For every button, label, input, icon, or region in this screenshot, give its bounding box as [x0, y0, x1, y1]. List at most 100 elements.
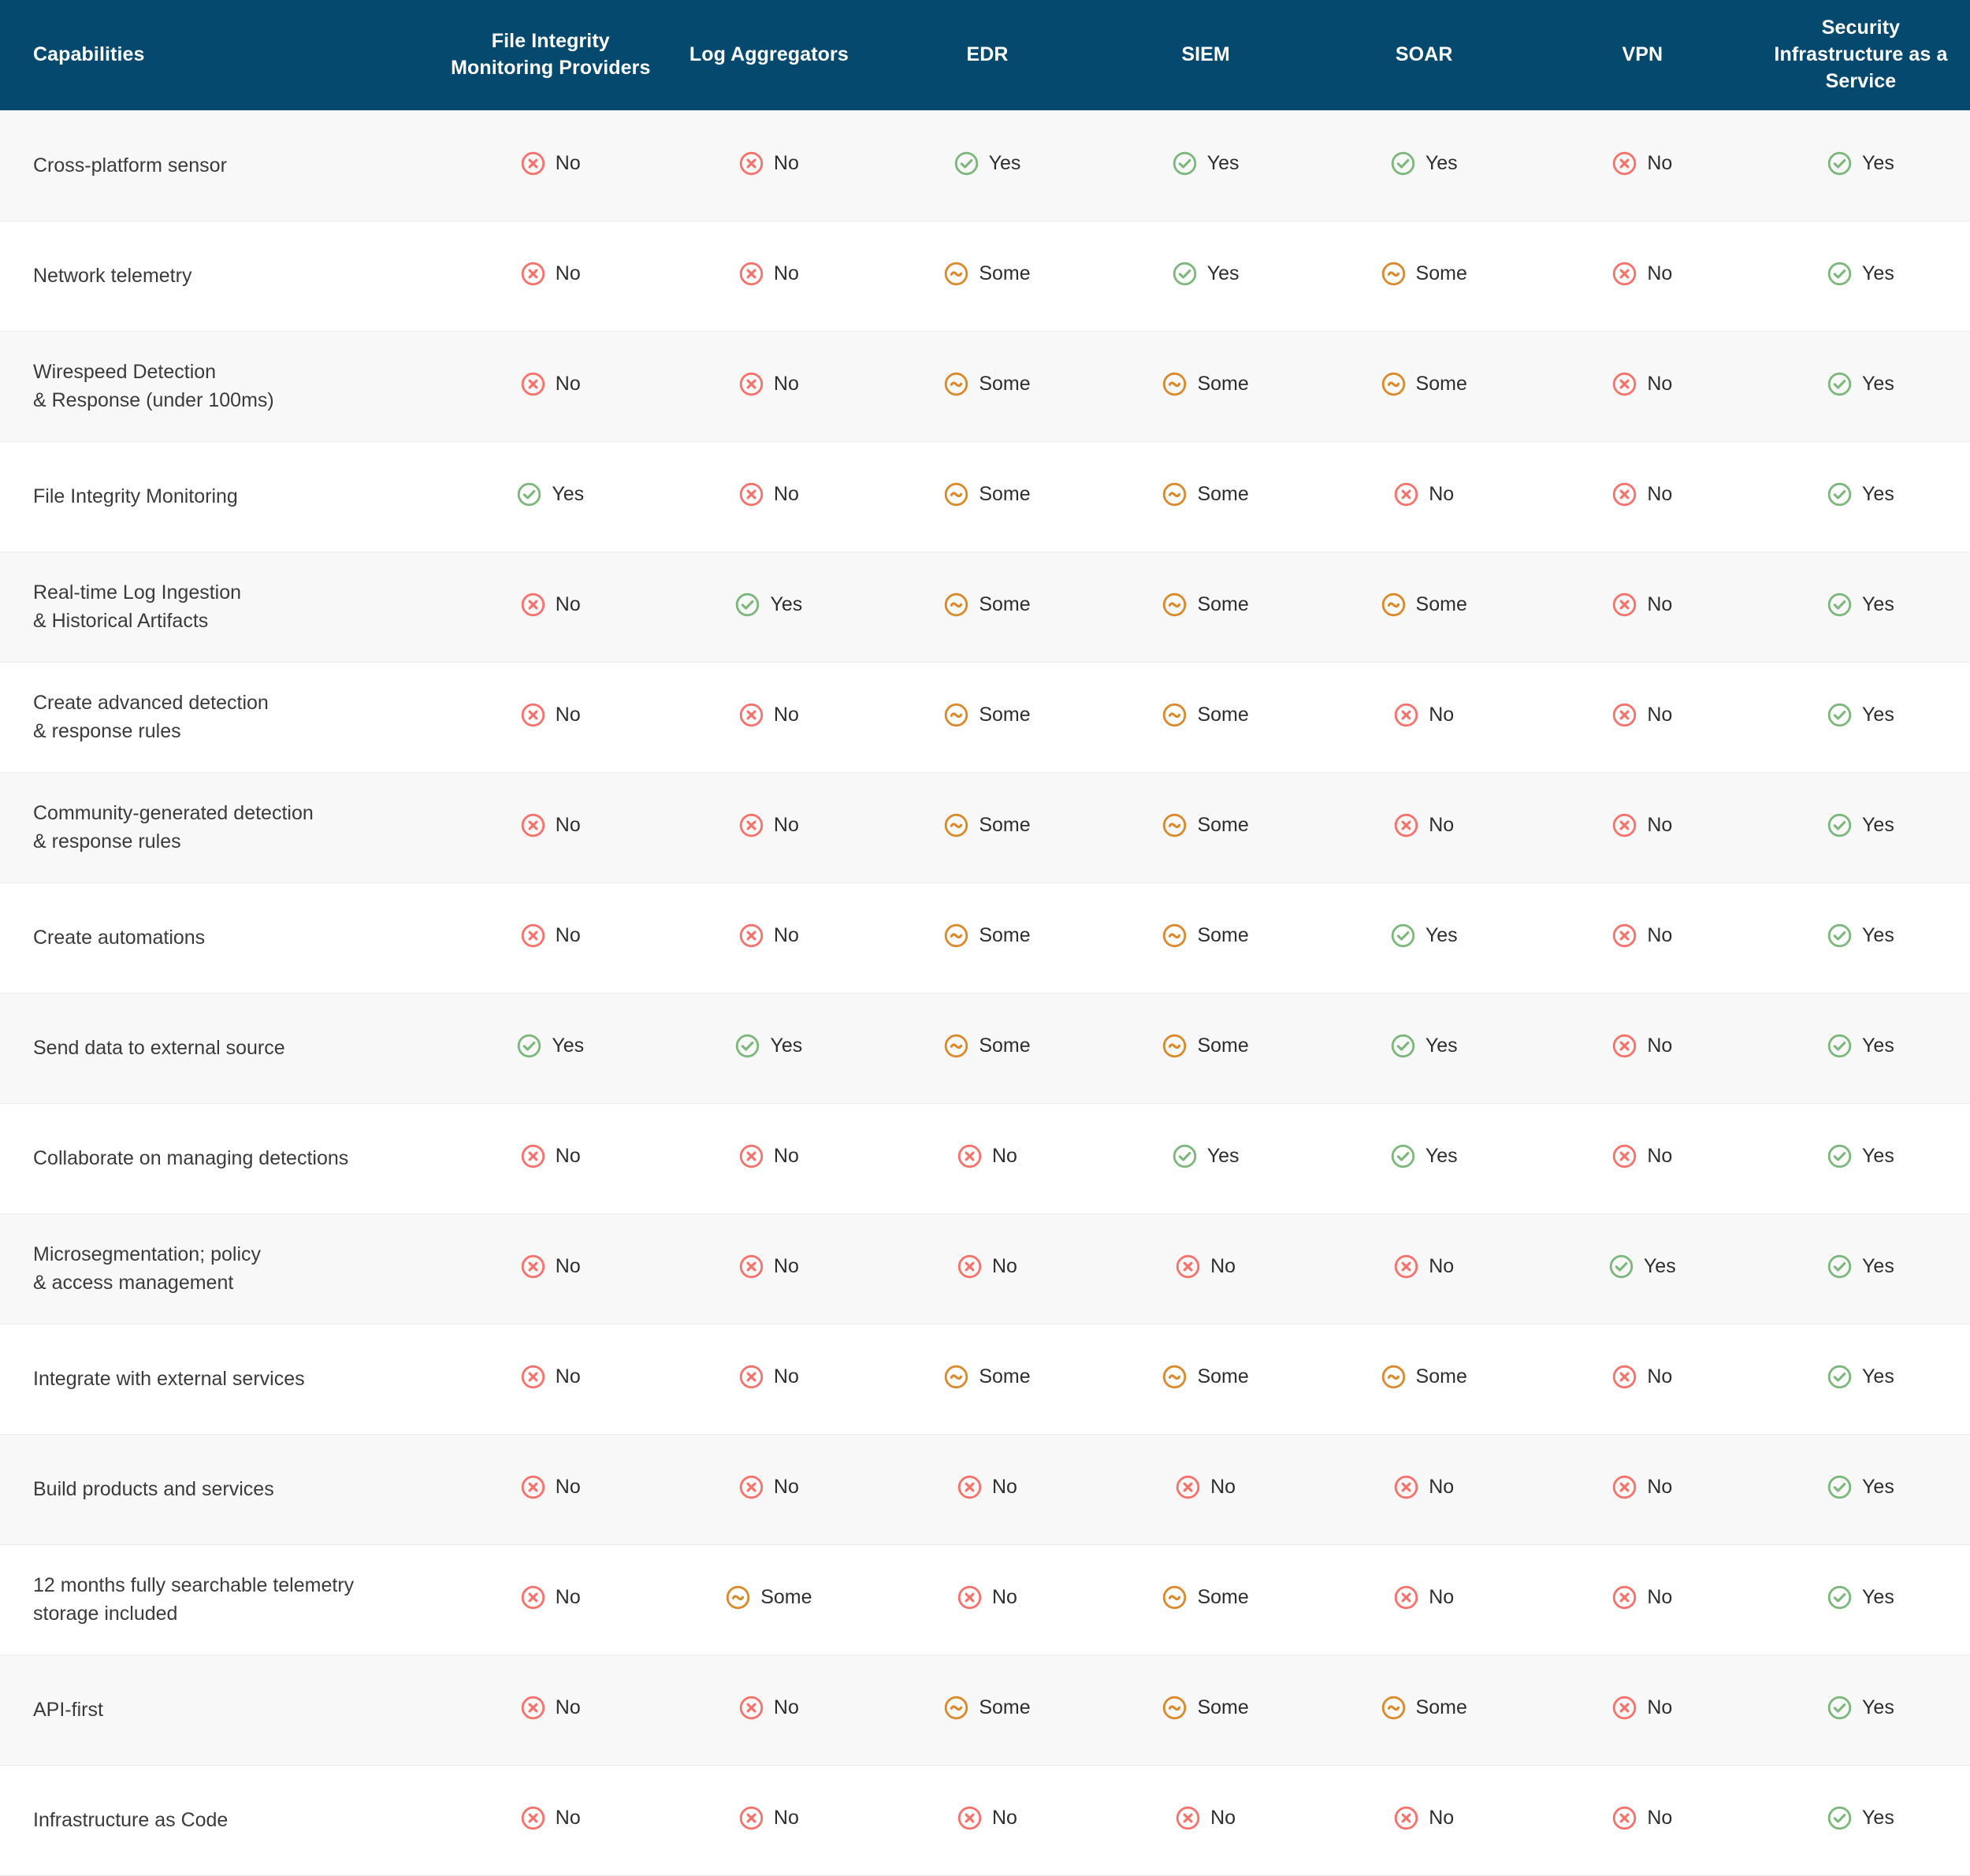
status-badge: No [521, 1696, 581, 1720]
column-header-soar: SOAR [1395, 43, 1453, 66]
status-label: Yes [770, 1035, 803, 1057]
tilde-circle-icon [945, 1365, 968, 1389]
status-badge: Yes [954, 151, 1020, 176]
support-cell-siaas: Yes [1752, 1434, 1970, 1544]
column-header-fim: File Integrity Monitoring Providers [451, 30, 651, 79]
support-cell-edr: Some [878, 221, 1096, 331]
status-label: Yes [552, 1035, 585, 1057]
x-circle-icon [1613, 151, 1637, 175]
support-cell-siem: No [1097, 1434, 1315, 1544]
x-circle-icon [1394, 1254, 1418, 1279]
support-cell-vpn: No [1533, 882, 1752, 993]
status-label: Yes [1862, 704, 1894, 726]
status-label: No [1647, 1035, 1673, 1057]
support-cell-siaas: Yes [1752, 1324, 1970, 1434]
support-cell-siem: Some [1097, 772, 1315, 882]
capability-label: Cross-platform sensor [33, 154, 227, 176]
status-label: No [992, 1145, 1017, 1167]
support-cell-siaas: Yes [1752, 331, 1970, 441]
x-circle-icon [1176, 1254, 1200, 1279]
status-label: Some [1197, 1035, 1249, 1057]
support-cell-logagg: No [660, 882, 878, 993]
x-circle-icon [1394, 1475, 1418, 1499]
support-cell-siem: Some [1097, 1544, 1315, 1655]
status-badge: Yes [1827, 1585, 1894, 1610]
tilde-circle-icon [1163, 703, 1187, 727]
support-cell-fim: No [441, 1103, 660, 1213]
status-badge: Some [944, 1365, 1031, 1389]
support-cell-vpn: No [1533, 1544, 1752, 1655]
status-label: No [555, 373, 581, 395]
status-label: Yes [1862, 924, 1894, 946]
x-circle-icon [521, 151, 545, 175]
table-row: Wirespeed Detection & Response (under 100… [0, 331, 1970, 441]
check-circle-icon [1827, 923, 1852, 948]
support-cell-logagg: No [660, 1765, 878, 1875]
status-badge: No [1612, 1144, 1672, 1168]
status-badge: Yes [735, 1034, 802, 1058]
tilde-circle-icon [945, 593, 968, 617]
status-badge: No [521, 703, 581, 727]
status-label: Some [1415, 1696, 1467, 1718]
status-label: No [1647, 593, 1673, 615]
check-circle-icon [1827, 262, 1852, 286]
status-badge: Some [1162, 703, 1249, 727]
status-label: No [555, 814, 581, 836]
tilde-circle-icon [1163, 813, 1187, 838]
support-cell-edr: Some [878, 331, 1096, 441]
support-cell-vpn: No [1533, 1103, 1752, 1213]
status-label: Some [1197, 814, 1249, 836]
check-circle-icon [1391, 151, 1415, 175]
status-label: No [1429, 1476, 1455, 1498]
table-row: Create advanced detection & response rule… [0, 662, 1970, 772]
status-badge: No [739, 1365, 799, 1389]
tilde-circle-icon [945, 372, 968, 396]
x-circle-icon [739, 151, 764, 175]
status-label: Some [1197, 1365, 1249, 1387]
support-cell-vpn: No [1533, 110, 1752, 221]
status-label: No [1429, 704, 1455, 726]
status-label: Yes [1862, 262, 1894, 284]
capabilities-comparison-table: Capabilities File Integrity Monitoring Pr… [0, 0, 1970, 1876]
x-circle-icon [1613, 703, 1637, 727]
support-cell-logagg: No [660, 221, 878, 331]
support-cell-soar: No [1315, 1544, 1533, 1655]
x-circle-icon [739, 1475, 764, 1499]
status-label: No [773, 924, 799, 946]
x-circle-icon [739, 923, 764, 948]
support-cell-soar: Some [1315, 1324, 1533, 1434]
support-cell-fim: No [441, 1655, 660, 1765]
status-badge: Yes [1827, 151, 1894, 176]
support-cell-logagg: No [660, 1655, 878, 1765]
tilde-circle-icon [1163, 1365, 1187, 1389]
support-cell-fim: No [441, 110, 660, 221]
status-label: No [1647, 814, 1673, 836]
check-circle-icon [1609, 1254, 1634, 1279]
x-circle-icon [739, 1365, 764, 1389]
status-label: Yes [552, 483, 585, 505]
x-circle-icon [739, 813, 764, 838]
status-badge: Some [1162, 1034, 1249, 1058]
support-cell-logagg: Some [660, 1544, 878, 1655]
status-label: Yes [1862, 1807, 1894, 1829]
status-badge: No [1394, 482, 1454, 507]
support-cell-fim: No [441, 1213, 660, 1324]
status-label: Yes [1862, 593, 1894, 615]
support-cell-logagg: No [660, 662, 878, 772]
check-circle-icon [1827, 372, 1852, 396]
table-row: Network telemetry No No Some Yes Some No Yes [0, 221, 1970, 331]
support-cell-soar: No [1315, 1213, 1533, 1324]
column-header-logagg: Log Aggregators [689, 43, 849, 66]
status-badge: Some [944, 1696, 1031, 1720]
check-circle-icon [1827, 703, 1852, 727]
support-cell-vpn: No [1533, 331, 1752, 441]
status-label: No [1429, 483, 1455, 505]
status-label: No [1210, 1255, 1236, 1277]
status-label: Some [1415, 1365, 1467, 1387]
support-cell-edr: Some [878, 441, 1096, 552]
x-circle-icon [521, 1806, 545, 1830]
status-badge: Yes [1173, 262, 1240, 286]
status-badge: Yes [1827, 372, 1894, 396]
x-circle-icon [521, 593, 545, 617]
support-cell-edr: Some [878, 1324, 1096, 1434]
